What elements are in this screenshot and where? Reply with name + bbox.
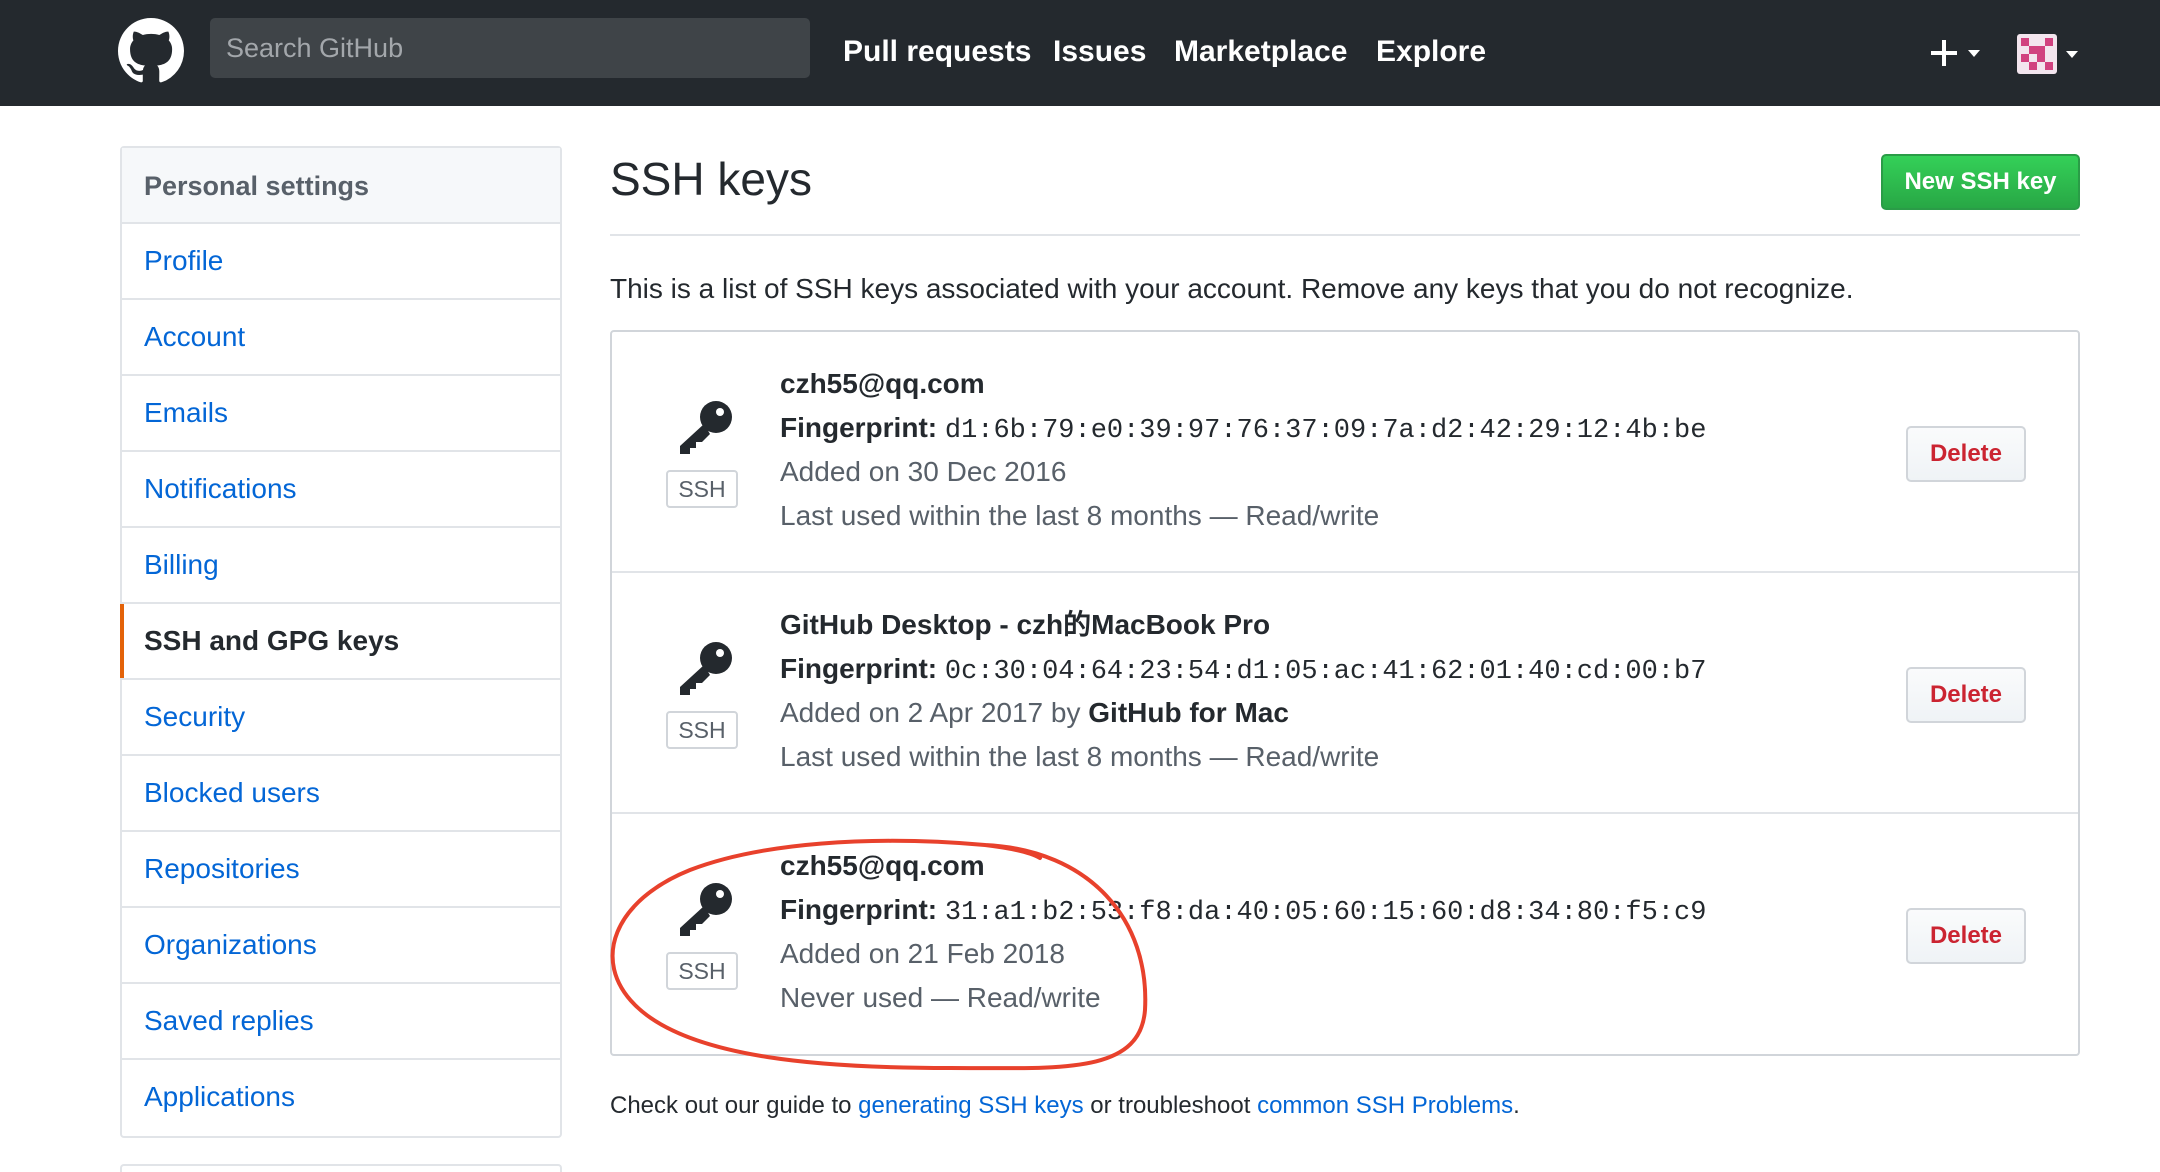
guide-suffix: .	[1513, 1092, 1520, 1119]
sidebar-item-emails[interactable]: Emails	[122, 376, 560, 452]
added-by-prefix: by	[1043, 697, 1089, 728]
key-title: czh55@qq.com	[780, 850, 985, 881]
added-by-app: GitHub for Mac	[1088, 697, 1289, 728]
key-title: GitHub Desktop - czh的MacBook Pro	[780, 609, 1271, 640]
ssh-badge: SSH	[666, 470, 738, 508]
ssh-key-row: SSH GitHub Desktop - czh的MacBook Pro Fin…	[612, 573, 2078, 814]
fingerprint-value: d1:6b:79:e0:39:97:76:37:09:7a:d2:42:29:1…	[944, 416, 1707, 446]
sidebar-heading: Personal settings	[122, 148, 560, 224]
settings-sidebar: Personal settings Profile Account Emails…	[120, 146, 562, 1138]
sidebar-item-applications[interactable]: Applications	[122, 1060, 560, 1136]
key-usage: Last used within the last 8 months — Rea…	[780, 500, 1380, 531]
plus-icon[interactable]	[1924, 30, 1994, 76]
guide-prefix: Check out our guide to	[610, 1092, 859, 1119]
help-guide-text: Check out our guide to generating SSH ke…	[610, 1092, 1520, 1120]
sidebar-item-saved-replies[interactable]: Saved replies	[122, 984, 560, 1060]
key-usage: Last used within the last 8 months — Rea…	[780, 741, 1380, 772]
key-fingerprint: Fingerprint: d1:6b:79:e0:39:97:76:37:09:…	[780, 406, 1706, 450]
key-added-date: Added on 21 Feb 2018	[780, 932, 1706, 976]
github-logo-icon[interactable]	[118, 18, 184, 84]
common-ssh-problems-link[interactable]: common SSH Problems	[1257, 1092, 1513, 1119]
sidebar-item-security[interactable]: Security	[122, 680, 560, 756]
sidebar-item-notifications[interactable]: Notifications	[122, 452, 560, 528]
sidebar-item-account[interactable]: Account	[122, 300, 560, 376]
delete-key-button[interactable]: Delete	[1906, 908, 2026, 964]
key-icon	[680, 883, 732, 936]
key-usage: Never used — Read/write	[780, 982, 1101, 1013]
page-title: SSH keys	[610, 153, 812, 205]
ssh-key-row: SSH czh55@qq.com Fingerprint: d1:6b:79:e…	[612, 332, 2078, 573]
fingerprint-value: 31:a1:b2:53:f8:da:40:05:60:15:60:d8:34:8…	[944, 898, 1707, 928]
delete-key-button[interactable]: Delete	[1906, 667, 2026, 723]
sidebar-item-repositories[interactable]: Repositories	[122, 832, 560, 908]
key-icon	[680, 642, 732, 695]
sidebar-secondary-box	[120, 1164, 562, 1172]
nav-marketplace[interactable]: Marketplace	[1174, 0, 1347, 106]
ssh-badge: SSH	[666, 711, 738, 749]
sidebar-item-profile[interactable]: Profile	[122, 224, 560, 300]
generating-ssh-keys-link[interactable]: generating SSH keys	[858, 1092, 1083, 1119]
key-added-date: Added on 2 Apr 2017 by GitHub for Mac	[780, 691, 1706, 735]
sidebar-item-blocked-users[interactable]: Blocked users	[122, 756, 560, 832]
sidebar-item-ssh-gpg-keys[interactable]: SSH and GPG keys	[120, 604, 560, 680]
key-details: czh55@qq.com Fingerprint: 31:a1:b2:53:f8…	[780, 844, 1706, 1020]
key-details: czh55@qq.com Fingerprint: d1:6b:79:e0:39…	[780, 362, 1706, 538]
new-ssh-key-button[interactable]: New SSH key	[1881, 154, 2080, 210]
key-fingerprint: Fingerprint: 31:a1:b2:53:f8:da:40:05:60:…	[780, 888, 1706, 932]
ssh-key-row: SSH czh55@qq.com Fingerprint: 31:a1:b2:5…	[612, 814, 2078, 1055]
fingerprint-value: 0c:30:04:64:23:54:d1:05:ac:41:62:01:40:c…	[944, 657, 1707, 687]
top-nav-bar: Pull requests Issues Marketplace Explore	[0, 0, 2160, 106]
avatar[interactable]	[2013, 32, 2083, 76]
nav-issues[interactable]: Issues	[1053, 0, 1146, 106]
search-input[interactable]	[210, 18, 810, 78]
key-title: czh55@qq.com	[780, 368, 985, 399]
title-divider	[610, 234, 2080, 236]
sidebar-item-organizations[interactable]: Organizations	[122, 908, 560, 984]
fingerprint-label: Fingerprint:	[780, 412, 938, 443]
intro-text: This is a list of SSH keys associated wi…	[610, 273, 1854, 304]
nav-explore[interactable]: Explore	[1376, 0, 1486, 106]
nav-pull-requests[interactable]: Pull requests	[843, 0, 1031, 106]
fingerprint-label: Fingerprint:	[780, 894, 938, 925]
ssh-key-list: SSH czh55@qq.com Fingerprint: d1:6b:79:e…	[610, 330, 2080, 1056]
key-fingerprint: Fingerprint: 0c:30:04:64:23:54:d1:05:ac:…	[780, 647, 1706, 691]
added-text: Added on 2 Apr 2017	[780, 697, 1044, 728]
added-text: Added on 30 Dec 2016	[780, 456, 1067, 487]
sidebar-item-billing[interactable]: Billing	[122, 528, 560, 604]
added-text: Added on 21 Feb 2018	[780, 938, 1065, 969]
key-details: GitHub Desktop - czh的MacBook Pro Fingerp…	[780, 603, 1706, 779]
delete-key-button[interactable]: Delete	[1906, 426, 2026, 482]
key-icon	[680, 401, 732, 454]
guide-middle: or troubleshoot	[1083, 1092, 1258, 1119]
key-added-date: Added on 30 Dec 2016	[780, 450, 1706, 494]
fingerprint-label: Fingerprint:	[780, 653, 938, 684]
ssh-badge: SSH	[666, 952, 738, 990]
